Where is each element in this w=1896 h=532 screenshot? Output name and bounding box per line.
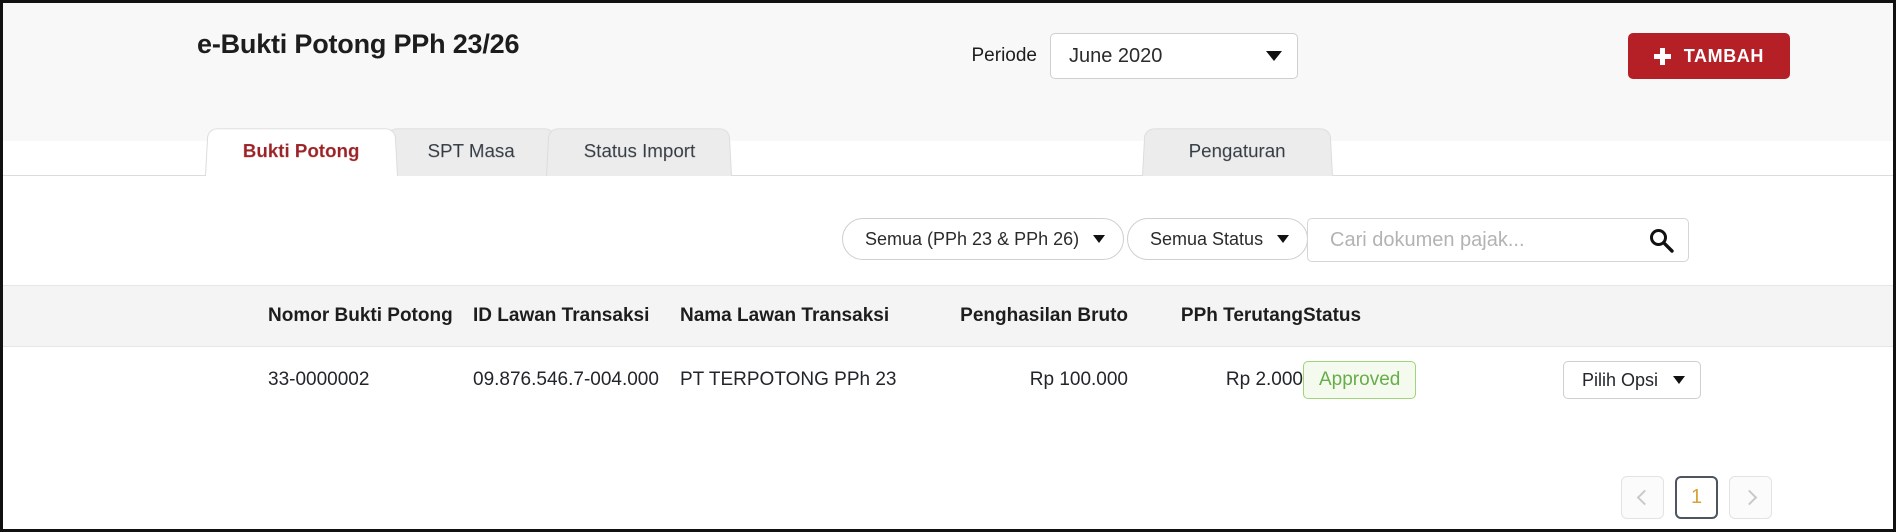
page-header: e-Bukti Potong PPh 23/26 Periode June 20… [3, 3, 1893, 141]
column-header-pph: PPh Terutang [1180, 305, 1303, 326]
column-header-id: ID Lawan Transaksi [473, 305, 650, 326]
jenis-filter-select[interactable]: Semua (PPh 23 & PPh 26) [842, 218, 1125, 260]
row-options-button[interactable]: Pilih Opsi [1563, 361, 1702, 399]
pagination-prev-button[interactable] [1621, 476, 1664, 519]
tab-label: Status Import [583, 141, 695, 163]
cell-nomor: 33-0000002 [268, 369, 370, 390]
tab-label: Bukti Potong [243, 141, 360, 163]
chevron-down-icon [1673, 376, 1686, 384]
status-badge: Approved [1303, 361, 1417, 399]
tab-bukti-potong[interactable]: Bukti Potong [205, 128, 398, 176]
table-row[interactable]: 33-0000002 09.876.546.7-004.000 PT TERPO… [3, 347, 1893, 413]
tab-pengaturan[interactable]: Pengaturan [1142, 128, 1333, 176]
chevron-down-icon [1266, 51, 1282, 61]
chevron-down-icon [1093, 235, 1106, 243]
add-button[interactable]: TAMBAH [1627, 33, 1790, 79]
jenis-filter-value: Semua (PPh 23 & PPh 26) [865, 228, 1080, 249]
plus-icon [1653, 47, 1671, 65]
chevron-left-icon [1636, 489, 1652, 506]
column-header-status: Status [1303, 305, 1362, 326]
pagination: 1 [1621, 476, 1772, 519]
pagination-next-button[interactable] [1729, 476, 1772, 519]
period-select[interactable]: June 2020 [1050, 33, 1298, 79]
tab-status-import[interactable]: Status Import [546, 128, 732, 176]
chevron-down-icon [1277, 235, 1290, 243]
period-filter: Periode June 2020 [971, 33, 1298, 79]
search-icon[interactable] [1648, 227, 1674, 253]
row-options-label: Pilih Opsi [1582, 369, 1659, 390]
status-filter-select[interactable]: Semua Status [1127, 218, 1309, 260]
search-input[interactable] [1328, 227, 1648, 253]
pagination-page-1[interactable]: 1 [1675, 476, 1718, 519]
column-header-bruto: Penghasilan Bruto [960, 305, 1128, 326]
add-button-label: TAMBAH [1683, 45, 1764, 66]
tab-label: SPT Masa [427, 141, 515, 163]
chevron-right-icon [1741, 489, 1757, 506]
tab-spt-masa[interactable]: SPT Masa [385, 128, 557, 176]
cell-status: Approved [1303, 347, 1473, 413]
table-header: Nomor Bukti Potong ID Lawan Transaksi Na… [3, 285, 1893, 347]
tab-label: Pengaturan [1189, 141, 1286, 163]
cell-pph-terutang: Rp 2.000 [1225, 369, 1303, 390]
page-title: e-Bukti Potong PPh 23/26 [197, 29, 520, 59]
cell-penghasilan-bruto: Rp 100.000 [1029, 369, 1128, 390]
ebupot-page: e-Bukti Potong PPh 23/26 Periode June 20… [0, 0, 1896, 532]
cell-actions: Pilih Opsi [1563, 347, 1763, 413]
status-filter-value: Semua Status [1150, 228, 1264, 249]
search-box [1307, 218, 1689, 262]
column-header-nomor: Nomor Bukti Potong [268, 305, 453, 326]
filter-bar: Semua (PPh 23 & PPh 26) Semua Status [3, 193, 1893, 283]
cell-id-lawan: 09.876.546.7-004.000 [473, 369, 659, 390]
period-select-value: June 2020 [1069, 44, 1163, 67]
period-label: Periode [971, 45, 1038, 66]
